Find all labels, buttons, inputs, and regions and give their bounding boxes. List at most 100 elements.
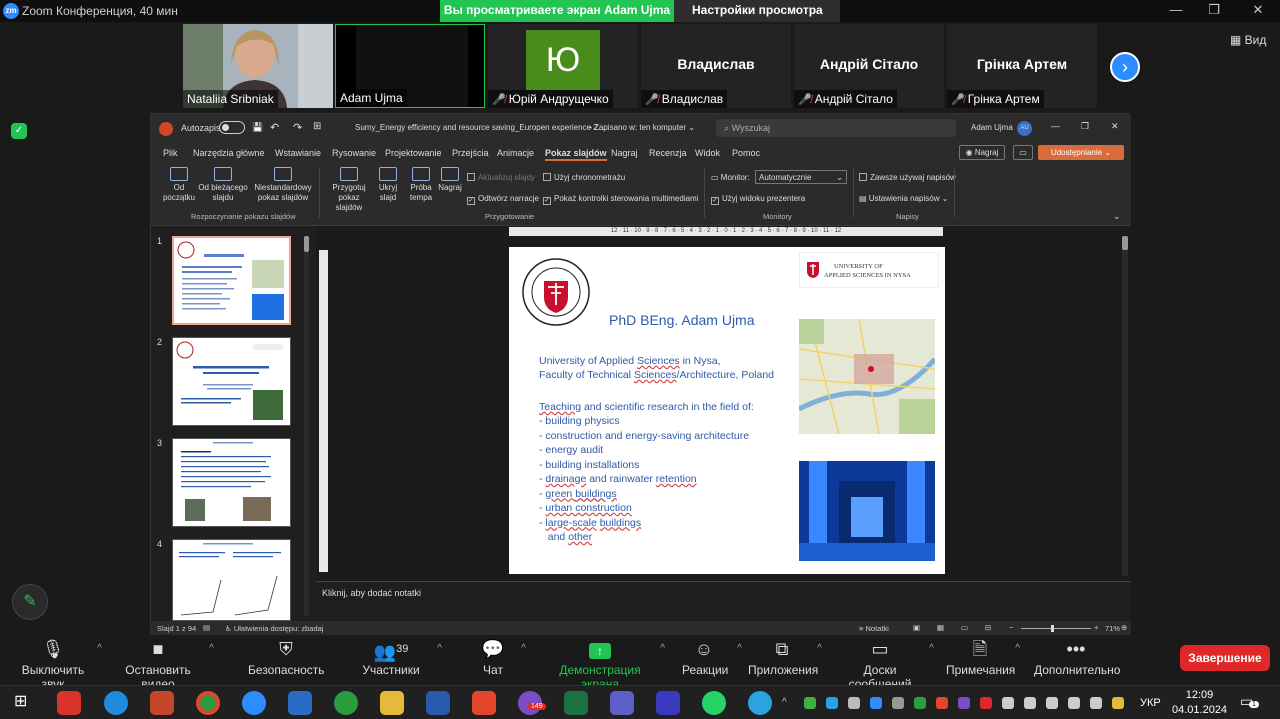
share-button[interactable]: Udostępnianie ⌄: [1038, 145, 1124, 160]
slide-thumbnail[interactable]: [172, 539, 291, 621]
ribbon-tab[interactable]: Plik: [163, 148, 178, 158]
sorter-view-icon[interactable]: ▦: [937, 623, 944, 632]
collapse-ribbon-icon[interactable]: ⌄: [1113, 211, 1121, 222]
stop-video-button[interactable]: ■ Остановить видео ^: [110, 639, 214, 691]
current-slide[interactable]: UNIVERSITY OF APPLIED SCIENCES IN NYSA P…: [509, 247, 945, 574]
ribbon-tab[interactable]: Projektowanie: [385, 148, 442, 158]
monitor-select[interactable]: Automatycznie ⌄: [755, 170, 847, 184]
ribbon-tab[interactable]: Nagraj: [611, 148, 638, 158]
comments-icon[interactable]: ▭: [1013, 145, 1033, 160]
record-button[interactable]: ◉ Nagraj: [959, 145, 1005, 160]
zoom-out-icon[interactable]: −: [1009, 623, 1013, 632]
rehearse-button[interactable]: Próba tempa: [407, 167, 435, 203]
present-icon[interactable]: ⊞: [313, 121, 321, 132]
app-s-icon[interactable]: [472, 691, 496, 715]
shield-icon[interactable]: ✓: [11, 123, 27, 139]
slideshow-view-icon[interactable]: ⊟: [985, 623, 991, 632]
notes-pane[interactable]: Kliknij, aby dodać notatki: [316, 581, 1131, 621]
notification-icon[interactable]: ▭ 1: [1240, 693, 1259, 711]
annotate-pen-icon[interactable]: ✎: [12, 584, 48, 620]
telegram-icon[interactable]: [748, 691, 772, 715]
participant-tile[interactable]: Ю 🎤̸ Юрій Андрущечко: [488, 24, 638, 108]
zoom-level[interactable]: 71%: [1105, 624, 1120, 633]
save-icon[interactable]: 💾: [252, 122, 263, 133]
slide-thumbnail[interactable]: [172, 438, 291, 527]
from-current-button[interactable]: Od bieżącego slajdu: [196, 167, 250, 203]
accessibility-status[interactable]: ♿ Ułatwienia dostępu: zbadaj: [225, 624, 323, 633]
whiteboards-button[interactable]: ▭ Доски сообщений ^: [832, 639, 934, 691]
ribbon-tab[interactable]: Recenzja: [649, 148, 687, 158]
tray-display-icon[interactable]: [1024, 697, 1036, 709]
ribbon-tab[interactable]: Pokaz slajdów: [545, 148, 607, 161]
maximize-icon[interactable]: ❐: [1204, 2, 1224, 20]
show-media-checkbox[interactable]: ✓ Pokaż kontrolki sterowania multimediami: [543, 194, 699, 205]
end-meeting-button[interactable]: Завершение: [1180, 645, 1270, 671]
chrome-profile-icon[interactable]: [334, 691, 358, 715]
participants-button[interactable]: 👥39 Участники ^: [362, 639, 442, 677]
chat-button[interactable]: 💬 Чат ^: [478, 639, 526, 677]
windows-start-icon[interactable]: ⊞: [14, 694, 30, 710]
zoom-icon[interactable]: [242, 691, 266, 715]
file-explorer-icon[interactable]: [380, 691, 404, 715]
ribbon-tab[interactable]: Widok: [695, 148, 720, 158]
custom-show-button[interactable]: Niestandardowy pokaz slajdów: [253, 167, 313, 203]
tray-device-icon[interactable]: [892, 697, 904, 709]
ribbon-tab[interactable]: Pomoc: [732, 148, 760, 158]
participant-tile-active[interactable]: Adam Ujma: [335, 24, 485, 108]
always-captions-checkbox[interactable]: Zawsze używaj napisów: [859, 173, 956, 182]
view-button[interactable]: ▦ Вид: [1230, 33, 1266, 47]
participant-tile[interactable]: Nataliia Sribniak: [183, 24, 333, 108]
viber-icon[interactable]: 149: [518, 691, 546, 715]
reactions-button[interactable]: ☺ Реакции ^: [682, 639, 742, 677]
slide-thumbnail[interactable]: [172, 236, 291, 325]
ribbon-tab[interactable]: Animacje: [497, 148, 534, 158]
close-icon[interactable]: ✕: [1111, 121, 1119, 132]
tray-expand-icon[interactable]: ^: [782, 697, 787, 708]
participant-tile[interactable]: Андрій Сітало 🎤̸ Андрій Сітало: [794, 24, 944, 108]
more-button[interactable]: ••• Дополнительно: [1034, 639, 1120, 677]
caption-settings-button[interactable]: ▤ Ustawienia napisów ⌄: [859, 194, 948, 203]
canvas-scrollbar[interactable]: [1122, 236, 1128, 576]
clock[interactable]: 12:09 04.01.2024: [1172, 688, 1227, 718]
save-status[interactable]: • Zapisano w: ten komputer ⌄: [589, 123, 695, 132]
ribbon-tab[interactable]: Wstawianie: [275, 148, 321, 158]
close-icon[interactable]: ✕: [1248, 2, 1268, 20]
normal-view-icon[interactable]: ▣: [913, 623, 920, 632]
teams-icon[interactable]: [610, 691, 634, 715]
reading-view-icon[interactable]: ▭: [961, 623, 968, 632]
edge-icon[interactable]: [104, 691, 128, 715]
spellcheck-icon[interactable]: ▤: [203, 623, 210, 632]
slide-thumbnail[interactable]: [172, 337, 291, 426]
undo-icon[interactable]: ↶: [270, 121, 279, 134]
hide-slide-button[interactable]: Ukryj slajd: [373, 167, 403, 203]
save-app-icon[interactable]: [656, 691, 680, 715]
tray-chrome-icon[interactable]: [914, 697, 926, 709]
zoom-in-icon[interactable]: +: [1094, 623, 1098, 632]
ribbon-tab[interactable]: Rysowanie: [332, 148, 376, 158]
powerpoint-icon[interactable]: [150, 691, 174, 715]
use-timings-checkbox[interactable]: Użyj chronometrażu: [543, 173, 625, 182]
tray-s-icon[interactable]: [936, 697, 948, 709]
tray-app-icon[interactable]: [804, 697, 816, 709]
whatsapp-icon[interactable]: [702, 691, 726, 715]
tray-zoom-icon[interactable]: [870, 697, 882, 709]
excel-icon[interactable]: [564, 691, 588, 715]
ribbon-tab[interactable]: Przejścia: [452, 148, 489, 158]
tray-keyboard-icon[interactable]: [1046, 697, 1058, 709]
record-show-button[interactable]: Nagraj: [436, 167, 464, 193]
tray-usb-icon[interactable]: [1002, 697, 1014, 709]
tray-speaker-muted-icon[interactable]: [980, 697, 992, 709]
tray-mic-icon[interactable]: [848, 697, 860, 709]
avatar[interactable]: AU: [1017, 121, 1032, 136]
participant-tile[interactable]: Грінка Артем 🎤̸ Грінка Артем: [947, 24, 1097, 108]
keyboard-language[interactable]: УКР: [1140, 697, 1161, 709]
minimize-icon[interactable]: —: [1166, 2, 1186, 20]
minimize-icon[interactable]: —: [1051, 121, 1060, 131]
setup-show-button[interactable]: Przygotuj pokaz slajdów: [324, 167, 374, 213]
thumbnails-scrollbar[interactable]: [304, 236, 309, 616]
play-narration-checkbox[interactable]: ✓ Odtwórz narracje: [467, 194, 539, 205]
mute-button[interactable]: 🎙 Выключить звук ^: [10, 639, 102, 691]
tray-network-icon[interactable]: [1112, 697, 1124, 709]
search-input[interactable]: ⌕ Wyszukaj: [716, 119, 956, 137]
notes-toggle[interactable]: ≡ Notatki: [859, 624, 889, 633]
